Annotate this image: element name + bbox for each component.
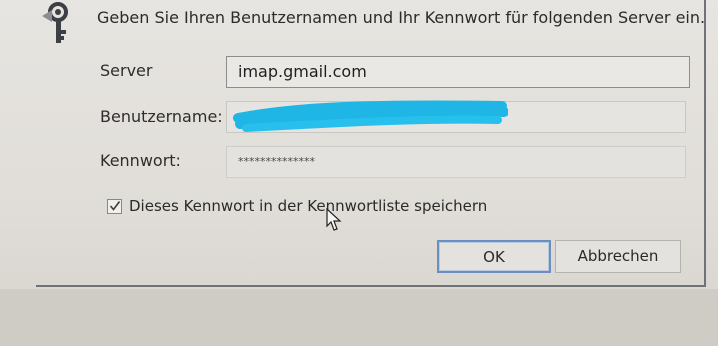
username-label: Benutzername: <box>100 107 223 126</box>
save-password-label[interactable]: Dieses Kennwort in der Kennwortliste spe… <box>129 197 487 215</box>
save-password-checkbox[interactable] <box>107 199 122 214</box>
redaction-scribble <box>233 100 508 132</box>
dialog-bottom-edge <box>0 289 718 346</box>
cancel-button[interactable]: Abbrechen <box>555 240 681 273</box>
mouse-cursor-icon <box>326 208 342 231</box>
password-label: Kennwort: <box>100 151 181 170</box>
server-field[interactable]: imap.gmail.com <box>226 56 690 88</box>
server-label: Server <box>100 61 153 80</box>
key-icon <box>42 2 68 43</box>
credentials-dialog: Geben Sie Ihren Benutzernamen und Ihr Ke… <box>0 0 718 346</box>
password-field[interactable]: ************** <box>226 146 686 178</box>
ok-button[interactable]: OK <box>437 240 551 273</box>
checkmark-icon <box>109 201 121 211</box>
dialog-prompt: Geben Sie Ihren Benutzernamen und Ihr Ke… <box>97 8 706 27</box>
